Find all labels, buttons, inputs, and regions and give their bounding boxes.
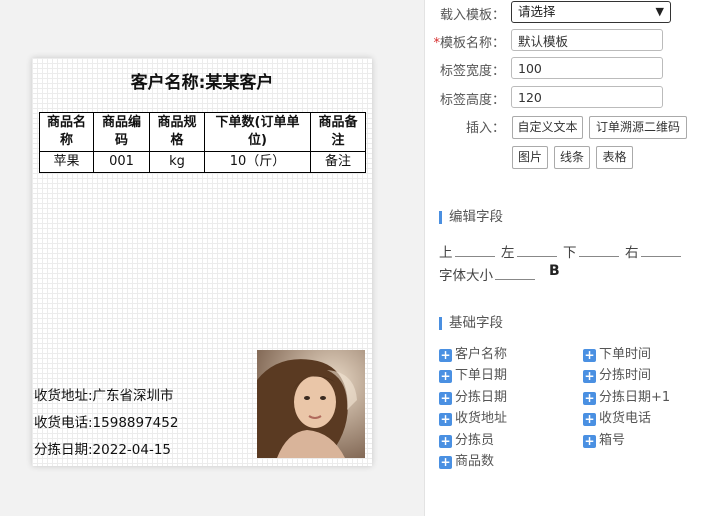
margin-left-input[interactable] xyxy=(516,244,557,257)
plus-icon: + xyxy=(583,434,596,448)
edit-section-title: 编辑字段 xyxy=(439,210,503,224)
label-width-input[interactable] xyxy=(511,57,663,79)
field-address[interactable]: + 收货地址 xyxy=(439,407,507,426)
bold-button[interactable]: B xyxy=(549,263,560,279)
table-header: 商品名称 xyxy=(39,112,94,152)
width-row: 标签宽度： xyxy=(425,57,723,79)
table-cell: 备注 xyxy=(310,151,366,173)
plus-icon: + xyxy=(583,391,596,405)
plus-icon: + xyxy=(439,434,452,448)
label-canvas[interactable]: 客户名称:某某客户 商品名称 商品编码 商品规格 下单数(订单单位) 商品备注 … xyxy=(32,58,372,466)
field-order-date[interactable]: + 下单日期 xyxy=(439,364,507,383)
margin-top-field[interactable]: 上 xyxy=(439,241,495,261)
sort-date-text[interactable]: 分拣日期:2022-04-15 xyxy=(34,438,171,458)
basic-section-title: 基础字段 xyxy=(439,316,503,330)
field-sorter[interactable]: + 分拣员 xyxy=(439,429,494,448)
table-header: 商品编码 xyxy=(93,112,150,152)
plus-icon: + xyxy=(583,412,596,426)
field-goods-count[interactable]: + 商品数 xyxy=(439,450,494,469)
insert-qrcode-button[interactable]: 订单溯源二维码 xyxy=(589,116,687,139)
table-header: 商品规格 xyxy=(149,112,205,152)
template-select[interactable]: 请选择 ▼ xyxy=(511,1,671,23)
insert-table-button[interactable]: 表格 xyxy=(596,146,633,169)
portrait-image xyxy=(257,350,365,458)
margin-top-input[interactable] xyxy=(454,244,495,257)
table-header-row: 商品名称 商品编码 商品规格 下单数(订单单位) 商品备注 xyxy=(39,112,366,152)
name-row: *模板名称： xyxy=(425,29,723,51)
table-cell: 苹果 xyxy=(39,151,94,173)
plus-icon: + xyxy=(439,348,452,362)
field-sort-time[interactable]: + 分拣时间 xyxy=(583,364,651,383)
table-cell: kg xyxy=(149,151,205,173)
font-size-field[interactable]: 字体大小 xyxy=(439,264,535,284)
template-row: 载入模板： 请选择 ▼ xyxy=(425,1,723,23)
template-select-value: 请选择 xyxy=(518,4,556,19)
phone-text[interactable]: 收货电话:1598897452 xyxy=(34,411,178,431)
chevron-down-icon: ▼ xyxy=(655,5,664,18)
plus-icon: + xyxy=(439,412,452,426)
margin-right-field[interactable]: 右 xyxy=(625,241,681,261)
margin-left-field[interactable]: 左 xyxy=(501,241,557,261)
label-title[interactable]: 客户名称:某某客户 xyxy=(32,68,372,93)
settings-panel: 载入模板： 请选择 ▼ *模板名称： 标签宽度： 标签高度： 插入： 自定义文本… xyxy=(424,0,723,516)
insert-label: 插入： xyxy=(465,121,505,136)
goods-table[interactable]: 商品名称 商品编码 商品规格 下单数(订单单位) 商品备注 苹果 001 kg … xyxy=(39,112,366,173)
field-customer-name[interactable]: + 客户名称 xyxy=(439,343,507,362)
label-height-label: 标签高度： xyxy=(439,93,505,108)
template-name-label: *模板名称： xyxy=(433,36,505,51)
label-height-input[interactable] xyxy=(511,86,663,108)
field-sort-date[interactable]: + 分拣日期 xyxy=(439,386,507,405)
field-order-time[interactable]: + 下单时间 xyxy=(583,343,651,362)
plus-icon: + xyxy=(583,348,596,362)
margin-bottom-field[interactable]: 下 xyxy=(563,241,619,261)
label-width-label: 标签宽度： xyxy=(439,64,505,79)
table-cell: 001 xyxy=(93,151,150,173)
margin-bottom-input[interactable] xyxy=(578,244,619,257)
margin-right-input[interactable] xyxy=(640,244,681,257)
plus-icon: + xyxy=(583,369,596,383)
template-label: 载入模板： xyxy=(439,8,505,23)
plus-icon: + xyxy=(439,455,452,469)
field-sort-date-plus1[interactable]: + 分拣日期+1 xyxy=(583,386,670,405)
insert-custom-text-button[interactable]: 自定义文本 xyxy=(512,116,583,139)
field-box-number[interactable]: + 箱号 xyxy=(583,429,625,448)
table-header: 商品备注 xyxy=(310,112,366,152)
font-size-input[interactable] xyxy=(495,267,535,280)
address-text[interactable]: 收货地址:广东省深圳市 xyxy=(34,384,174,404)
insert-image-button[interactable]: 图片 xyxy=(512,146,548,169)
table-cell: 10（斤） xyxy=(204,151,311,173)
field-phone[interactable]: + 收货电话 xyxy=(583,407,651,426)
inserted-photo[interactable] xyxy=(257,350,365,458)
template-name-input[interactable] xyxy=(511,29,663,51)
table-header: 下单数(订单单位) xyxy=(204,112,311,152)
height-row: 标签高度： xyxy=(425,86,723,108)
plus-icon: + xyxy=(439,391,452,405)
table-row: 苹果 001 kg 10（斤） 备注 xyxy=(39,151,366,173)
insert-line-button[interactable]: 线条 xyxy=(554,146,590,169)
plus-icon: + xyxy=(439,369,452,383)
